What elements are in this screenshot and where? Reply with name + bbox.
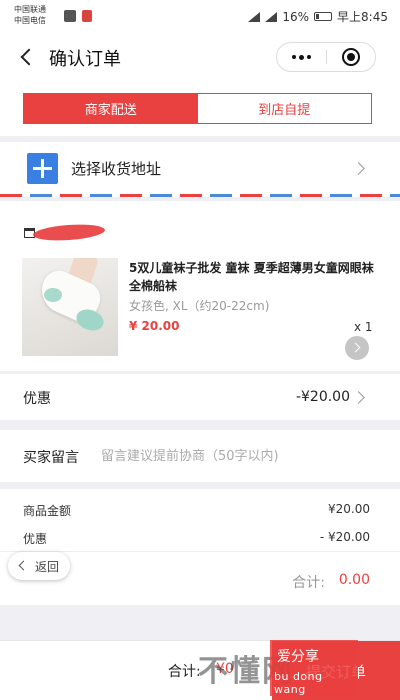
product-card: 5双儿童袜子批发 童袜 夏季超薄男女童网眼袜全棉船袜 女孩色, XL（约20-2… (0, 201, 400, 371)
message-input[interactable] (101, 443, 383, 469)
chevron-right-icon (352, 391, 365, 404)
summary-total-label: 合计: (292, 575, 325, 591)
order-summary: 商品金额 ¥20.00 优惠 - ¥20.00 合计: 0.00 (0, 489, 400, 605)
clock: 早上8:45 (337, 10, 388, 24)
battery-percent: 16% (282, 9, 310, 24)
product-spec: 女孩色, XL（约20-22cm) (129, 299, 270, 313)
carrier-2: 中国电信 (14, 16, 46, 25)
chevron-right-icon (352, 162, 365, 175)
more-icon[interactable] (277, 43, 326, 71)
address-label: 选择收货地址 (71, 160, 162, 178)
tab-merchant-delivery[interactable]: 商家配送 (24, 94, 198, 123)
chevron-left-icon (18, 560, 29, 571)
status-right: 16% 早上8:45 (248, 8, 388, 25)
delivery-tabs: 商家配送 到店自提 (23, 93, 372, 124)
discount-label: 优惠 (23, 391, 51, 407)
battery-icon (314, 12, 333, 21)
goods-amount-label: 商品金额 (23, 504, 72, 518)
watermark-badge-sub: bu dong wang (274, 670, 323, 696)
redacted-shop-name (32, 222, 106, 243)
message-label: 买家留言 (23, 450, 79, 466)
video-notification-icon (64, 10, 76, 22)
carrier-1: 中国联通 (14, 5, 46, 14)
summary-discount-value: - ¥20.00 (319, 530, 370, 544)
add-address-icon (27, 153, 58, 184)
back-chevron-icon[interactable] (18, 46, 32, 66)
signal-icon-2 (265, 11, 278, 22)
product-title: 5双儿童袜子批发 童袜 夏季超薄男女童网眼袜全棉船袜 (129, 261, 374, 293)
bottom-total-label: 合计: (168, 664, 201, 680)
nav-bar: 确认订单 (0, 34, 400, 80)
app-notification-icon (82, 10, 92, 22)
goods-amount-value: ¥20.00 (328, 502, 370, 516)
close-miniprogram-icon[interactable] (342, 48, 360, 66)
product-quantity: x 1 (354, 320, 373, 334)
airmail-border (0, 194, 400, 197)
page-title: 确认订单 (49, 49, 121, 70)
back-label: 返回 (35, 560, 60, 574)
product-image[interactable] (22, 258, 118, 356)
status-bar: 中国联通 中国电信 16% 早上8:45 (0, 0, 400, 34)
miniprogram-capsule (276, 42, 376, 72)
back-button[interactable]: 返回 (8, 552, 70, 580)
buyer-message-row: 买家留言 (0, 430, 400, 482)
capsule-divider (326, 50, 327, 64)
watermark-badge: 爱分享 bu dong wang (270, 640, 358, 696)
watermark-badge-text: 爱分享 (277, 649, 319, 665)
floating-arrow-icon[interactable] (345, 336, 369, 360)
select-address-row[interactable]: 选择收货地址 (0, 142, 400, 194)
tab-store-pickup[interactable]: 到店自提 (197, 94, 371, 123)
summary-discount-label: 优惠 (23, 532, 48, 546)
product-price: ¥ 20.00 (129, 319, 180, 333)
summary-total-value: 0.00 (338, 572, 370, 588)
discount-row[interactable]: 优惠 -¥20.00 (0, 374, 400, 420)
signal-icon (248, 11, 261, 22)
discount-value: -¥20.00 (295, 389, 350, 405)
carrier-info: 中国联通 中国电信 (14, 4, 46, 26)
